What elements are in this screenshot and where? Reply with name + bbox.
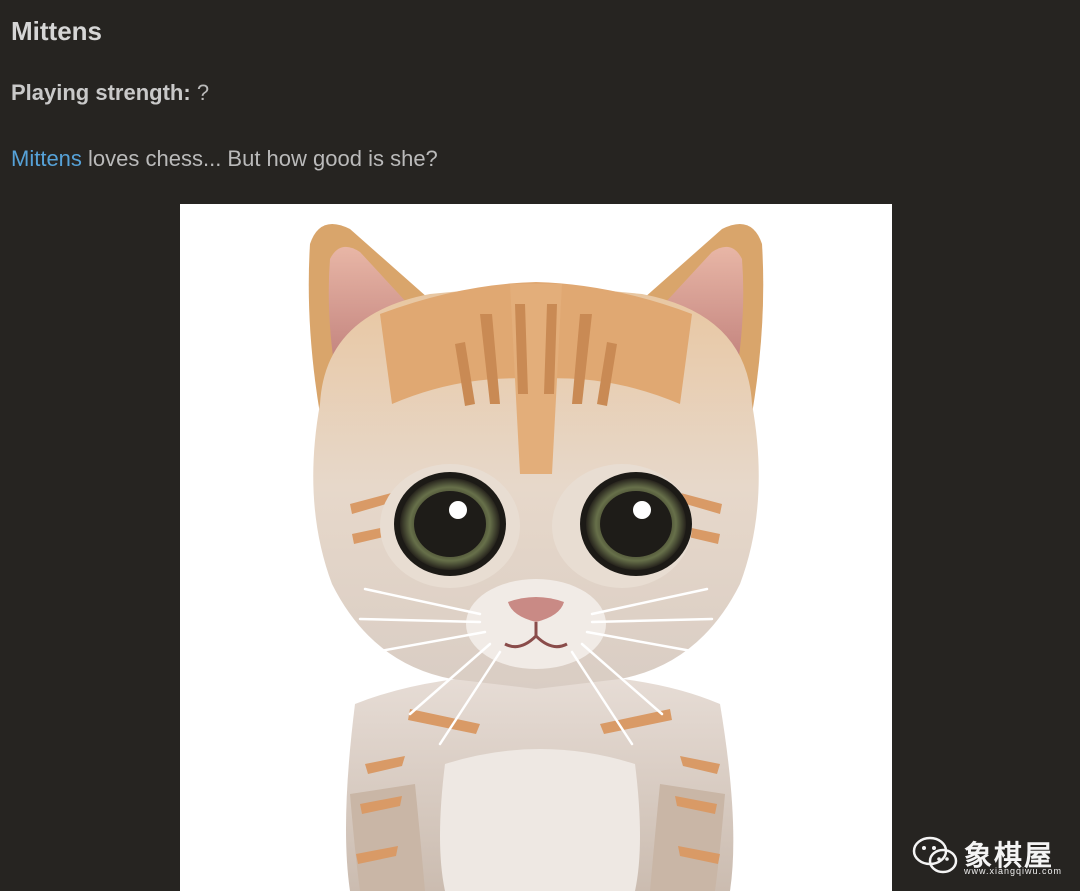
wechat-icon [912,836,958,874]
playing-strength-value: ? [196,80,210,105]
bot-description-text: loves chess... But how good is she? [81,146,438,171]
bot-profile-page: Mittens Playing strength: ? Mittens love… [0,0,1080,891]
bot-avatar [180,204,892,891]
bot-description: Mittens loves chess... But how good is s… [11,144,438,174]
kitten-icon [308,224,764,891]
playing-strength: Playing strength: ? [11,78,209,108]
watermark: 象棋屋 www.xiangqiwu.com [912,832,1072,882]
watermark-url: www.xiangqiwu.com [964,866,1063,876]
page-title: Mittens [11,16,102,46]
bot-name-link[interactable]: Mittens [11,146,82,171]
playing-strength-label: Playing strength: [11,80,191,105]
